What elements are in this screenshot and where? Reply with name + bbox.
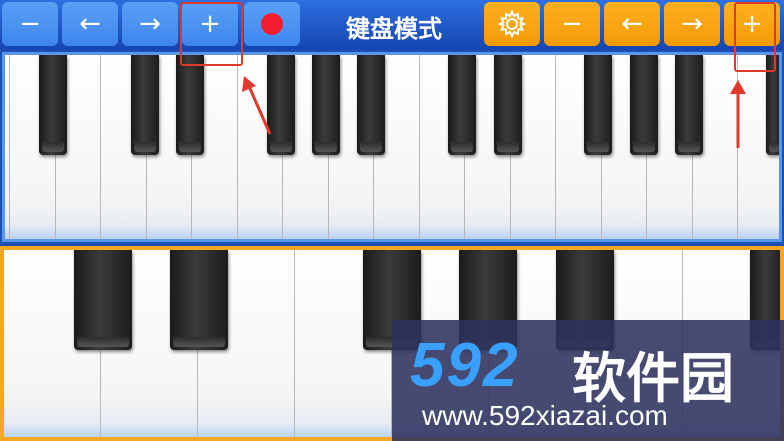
- settings-button[interactable]: [484, 2, 540, 46]
- black-key[interactable]: [176, 55, 204, 155]
- black-key[interactable]: [170, 250, 228, 350]
- black-key[interactable]: [131, 55, 159, 155]
- black-key[interactable]: [357, 55, 385, 155]
- black-key[interactable]: [494, 55, 522, 155]
- scroll-right-button-bottom[interactable]: →: [664, 2, 720, 46]
- arrow-left-icon: ←: [79, 9, 101, 39]
- toolbar: − ← → + 键盘模式 − ← → +: [0, 0, 784, 50]
- annotation-highlight-bottom-zoom-in: [734, 2, 776, 72]
- page-title: 键盘模式: [346, 14, 442, 43]
- arrow-left-icon: ←: [621, 9, 643, 39]
- minus-icon: −: [561, 9, 583, 39]
- black-key[interactable]: [448, 55, 476, 155]
- black-key[interactable]: [312, 55, 340, 155]
- watermark: 592 软件园 www.592xiazai.com: [392, 320, 784, 441]
- record-icon: [261, 13, 283, 35]
- scroll-left-button-top[interactable]: ←: [62, 2, 118, 46]
- minus-icon: −: [19, 9, 41, 39]
- arrow-right-icon: →: [139, 9, 161, 39]
- annotation-highlight-top-zoom-in: [180, 2, 243, 66]
- annotation-arrow-left: [242, 76, 272, 135]
- scroll-right-button-top[interactable]: →: [122, 2, 178, 46]
- zoom-out-button-top[interactable]: −: [2, 2, 58, 46]
- black-key[interactable]: [630, 55, 658, 155]
- black-key[interactable]: [584, 55, 612, 155]
- scroll-left-button-bottom[interactable]: ←: [604, 2, 660, 46]
- zoom-out-button-bottom[interactable]: −: [544, 2, 600, 46]
- gear-icon: [497, 9, 527, 39]
- black-key[interactable]: [675, 55, 703, 155]
- watermark-url: www.592xiazai.com: [422, 400, 668, 431]
- record-button[interactable]: [244, 2, 300, 46]
- keyboard-top: [2, 52, 782, 242]
- black-key[interactable]: [39, 55, 67, 155]
- watermark-number: 592: [410, 331, 520, 400]
- annotation-arrow-right: [730, 80, 746, 148]
- arrow-right-icon: →: [681, 9, 703, 39]
- black-key[interactable]: [74, 250, 132, 350]
